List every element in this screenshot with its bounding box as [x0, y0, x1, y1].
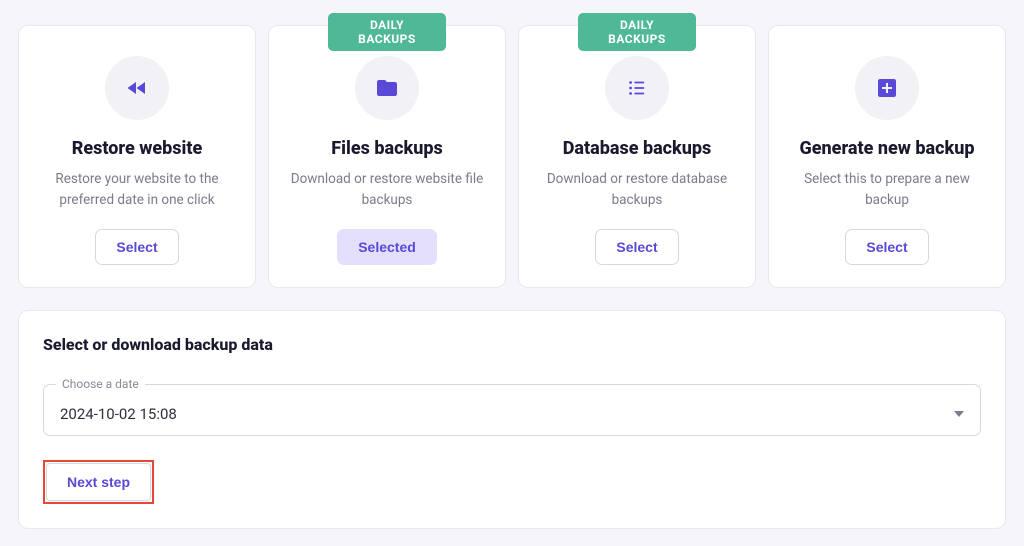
rewind-icon	[105, 56, 169, 120]
select-button[interactable]: Selected	[337, 229, 437, 265]
date-label: Choose a date	[56, 377, 145, 391]
card-title: Restore website	[72, 138, 203, 159]
card-desc: Restore your website to the preferred da…	[35, 169, 239, 211]
backup-options-row: Restore website Restore your website to …	[18, 25, 1006, 288]
select-button[interactable]: Select	[95, 229, 178, 265]
card-desc: Download or restore database backups	[535, 169, 739, 211]
card-desc: Select this to prepare a new backup	[785, 169, 989, 211]
daily-backups-badge: DAILY BACKUPS	[328, 13, 446, 51]
next-step-button[interactable]: Next step	[46, 463, 151, 501]
generate-backup-card: Generate new backup Select this to prepa…	[768, 25, 1006, 288]
add-file-icon	[855, 56, 919, 120]
card-title: Files backups	[331, 138, 442, 159]
date-select[interactable]: Choose a date 2024-10-02 15:08	[43, 384, 981, 436]
select-button[interactable]: Select	[845, 229, 928, 265]
highlight-box: Next step	[43, 460, 154, 504]
date-value: 2024-10-02 15:08	[60, 405, 177, 423]
folder-icon	[355, 56, 419, 120]
panel-title: Select or download backup data	[43, 335, 981, 354]
select-button[interactable]: Select	[595, 229, 678, 265]
card-title: Generate new backup	[800, 138, 975, 159]
database-backups-card: DAILY BACKUPS Database backups Download …	[518, 25, 756, 288]
daily-backups-badge: DAILY BACKUPS	[578, 13, 696, 51]
list-icon	[605, 56, 669, 120]
backup-data-panel: Select or download backup data Choose a …	[18, 310, 1006, 529]
card-title: Database backups	[563, 138, 712, 159]
chevron-down-icon	[954, 411, 964, 417]
restore-website-card: Restore website Restore your website to …	[18, 25, 256, 288]
files-backups-card: DAILY BACKUPS Files backups Download or …	[268, 25, 506, 288]
card-desc: Download or restore website file backups	[285, 169, 489, 211]
